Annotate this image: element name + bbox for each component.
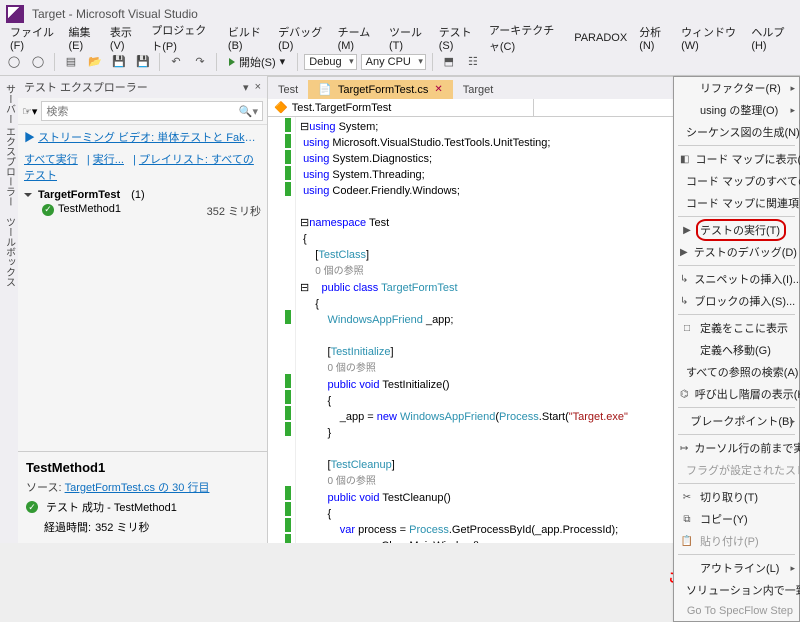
menu-item[interactable]: チーム(M) — [332, 22, 383, 54]
search-icon: 🔍▾ — [239, 105, 258, 118]
ctx-item[interactable]: ▶テストの実行(T) — [674, 219, 799, 241]
nav-class-combo[interactable]: 🔶 Test.TargetFormTest — [268, 99, 534, 116]
ctx-item[interactable]: ✂切り取り(T) — [674, 486, 799, 508]
tab-target[interactable]: Target — [453, 81, 504, 99]
close-icon[interactable]: × — [255, 81, 261, 94]
ctx-item[interactable]: ソリューション内で一致す — [674, 579, 799, 601]
ctx-item[interactable]: ◧コード マップに表示(C) — [674, 148, 799, 170]
ctx-item[interactable]: リファクター(R) — [674, 77, 799, 99]
test-item[interactable]: ✓TestMethod1 352 ミリ秒 — [24, 201, 261, 221]
pane-title: テスト エクスプローラー — [24, 79, 148, 95]
search-input[interactable]: 検索 🔍▾ — [41, 101, 263, 121]
pass-icon: ✓ — [26, 501, 38, 513]
menu-item[interactable]: ビルド(B) — [222, 22, 272, 54]
server-explorer-tab[interactable]: サーバー エクスプローラー — [2, 80, 17, 211]
context-menu: リファクター(R)using の整理(O)シーケンス図の生成(N)... ◧コード… — [673, 76, 800, 622]
nav-back-icon[interactable]: ◯ — [4, 52, 24, 72]
run-link[interactable]: 実行... — [93, 154, 124, 166]
menu-item[interactable]: アーキテクチャ(C) — [483, 20, 568, 56]
ctx-item: フラグが設定されたスレッ — [674, 459, 799, 481]
menu-item[interactable]: 分析(N) — [633, 22, 675, 54]
ctx-item[interactable]: □定義をここに表示 — [674, 317, 799, 339]
ctx-item[interactable]: ↳ブロックの挿入(S)... — [674, 290, 799, 312]
ctx-item[interactable]: ブレークポイント(B) — [674, 410, 799, 432]
undo-icon[interactable]: ↶ — [166, 52, 186, 72]
menu-item[interactable]: ヘルプ(H) — [745, 22, 796, 54]
ctx-item[interactable]: すべての参照の検索(A) — [674, 361, 799, 383]
toolbox-tab[interactable]: ツールボックス — [2, 213, 17, 291]
ctx-item[interactable]: ⧉コピー(Y) — [674, 508, 799, 530]
vs-logo-icon — [6, 5, 24, 23]
ctx-item[interactable]: アウトライン(L) — [674, 557, 799, 579]
saveall-icon[interactable]: 💾 — [133, 52, 153, 72]
menu-item[interactable]: ファイル(F) — [4, 22, 63, 54]
config-combo[interactable]: Debug — [304, 54, 356, 70]
tab-targetformtest[interactable]: 📄 TargetFormTest.cs ✕ — [308, 80, 453, 99]
platform-combo[interactable]: Any CPU — [361, 54, 426, 70]
ctx-item[interactable]: ↳スニペットの挿入(I)... — [674, 268, 799, 290]
code-body[interactable]: ⊟using System; using Microsoft.VisualStu… — [296, 117, 632, 543]
start-button[interactable]: 開始(S) ▾ — [223, 52, 291, 72]
menu-item[interactable]: 編集(E) — [63, 22, 104, 54]
menu-item[interactable]: ウィンドウ(W) — [675, 22, 745, 54]
menu-bar: ファイル(F)編集(E)表示(V)プロジェクト(P)ビルド(B)デバッグ(D)チ… — [0, 28, 800, 48]
pin-icon[interactable]: ▾ — [243, 81, 249, 94]
ctx-item[interactable]: コード マップのすべての参照 — [674, 170, 799, 192]
run-links: すべて実行 | 実行... | プレイリスト: すべてのテスト — [18, 149, 267, 185]
menu-item[interactable]: テスト(S) — [433, 22, 483, 54]
ctx-item[interactable]: シーケンス図の生成(N)... — [674, 121, 799, 143]
redo-icon[interactable]: ↷ — [190, 52, 210, 72]
group-icon[interactable]: ☞▾ — [22, 105, 37, 118]
side-tab-strip: サーバー エクスプローラー ツールボックス — [0, 76, 18, 543]
test-detail: TestMethod1 ソース: TargetFormTest.cs の 30 … — [18, 451, 267, 543]
streaming-link[interactable]: ▶ ストリーミング ビデオ: 単体テストと Fakes を使用した品… — [18, 125, 267, 149]
ctx-item[interactable]: using の整理(O) — [674, 99, 799, 121]
run-all-link[interactable]: すべて実行 — [24, 154, 78, 166]
source-link[interactable]: TargetFormTest.cs の 30 行目 — [65, 482, 210, 494]
menu-item[interactable]: 表示(V) — [104, 22, 145, 54]
ctx-item[interactable]: コード マップに関連項目を — [674, 192, 799, 214]
menu-item[interactable]: ツール(T) — [383, 22, 433, 54]
window-title: Target - Microsoft Visual Studio — [32, 7, 198, 21]
misc-icon[interactable]: ☷ — [463, 52, 483, 72]
test-explorer-pane: テスト エクスプローラー ▾ × ☞▾ 検索 🔍▾ ▶ ストリーミング ビデオ: … — [18, 76, 268, 543]
tab-test[interactable]: Test — [268, 81, 308, 99]
menu-item[interactable]: デバッグ(D) — [272, 22, 332, 54]
new-icon[interactable]: ▤ — [61, 52, 81, 72]
ctx-item[interactable]: ⌬呼び出し階層の表示(H) — [674, 383, 799, 405]
nav-fwd-icon[interactable]: ◯ — [28, 52, 48, 72]
ctx-item[interactable]: ▶テストのデバッグ(D) — [674, 241, 799, 263]
step-icon[interactable]: ⬒ — [439, 52, 459, 72]
tab-close-icon: ✕ — [434, 84, 442, 95]
open-icon[interactable]: 📂 — [85, 52, 105, 72]
ctx-item[interactable]: ↦カーソル行の前まで実行( — [674, 437, 799, 459]
menu-item[interactable]: PARADOX — [568, 30, 633, 46]
ctx-item: Go To SpecFlow Step — [674, 601, 799, 621]
save-icon[interactable]: 💾 — [109, 52, 129, 72]
detail-name: TestMethod1 — [26, 460, 259, 475]
pass-icon: ✓ — [42, 204, 54, 216]
test-group[interactable]: TargetFormTest (1) — [24, 189, 261, 201]
ctx-item[interactable]: 定義へ移動(G) — [674, 339, 799, 361]
